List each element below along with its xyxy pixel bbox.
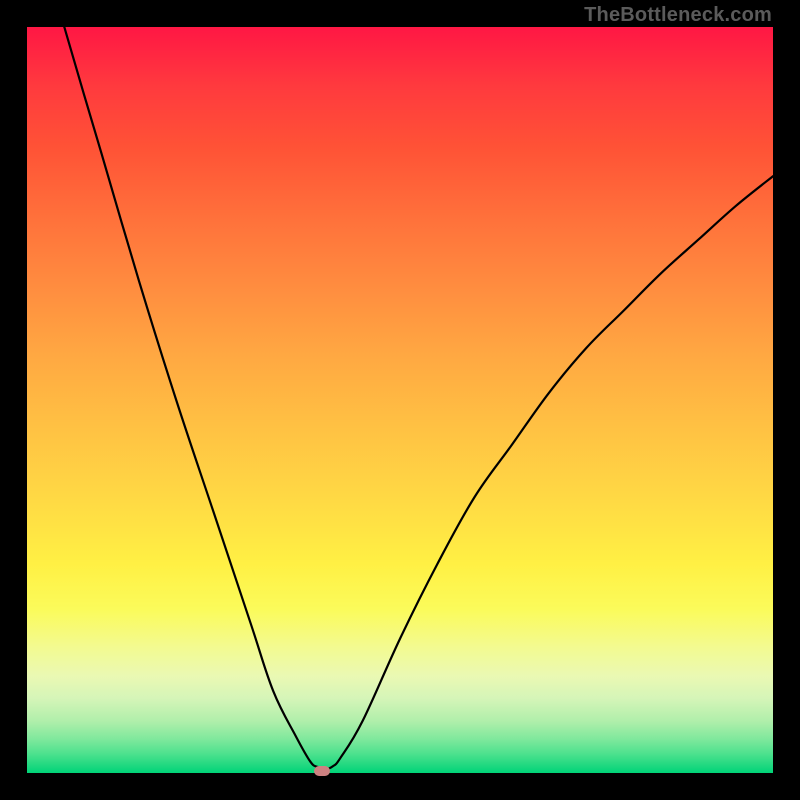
bottleneck-curve — [27, 27, 773, 773]
watermark-text: TheBottleneck.com — [584, 4, 772, 27]
plot-area — [27, 27, 773, 773]
chart-frame: TheBottleneck.com — [0, 0, 800, 800]
minimum-marker — [314, 766, 330, 776]
